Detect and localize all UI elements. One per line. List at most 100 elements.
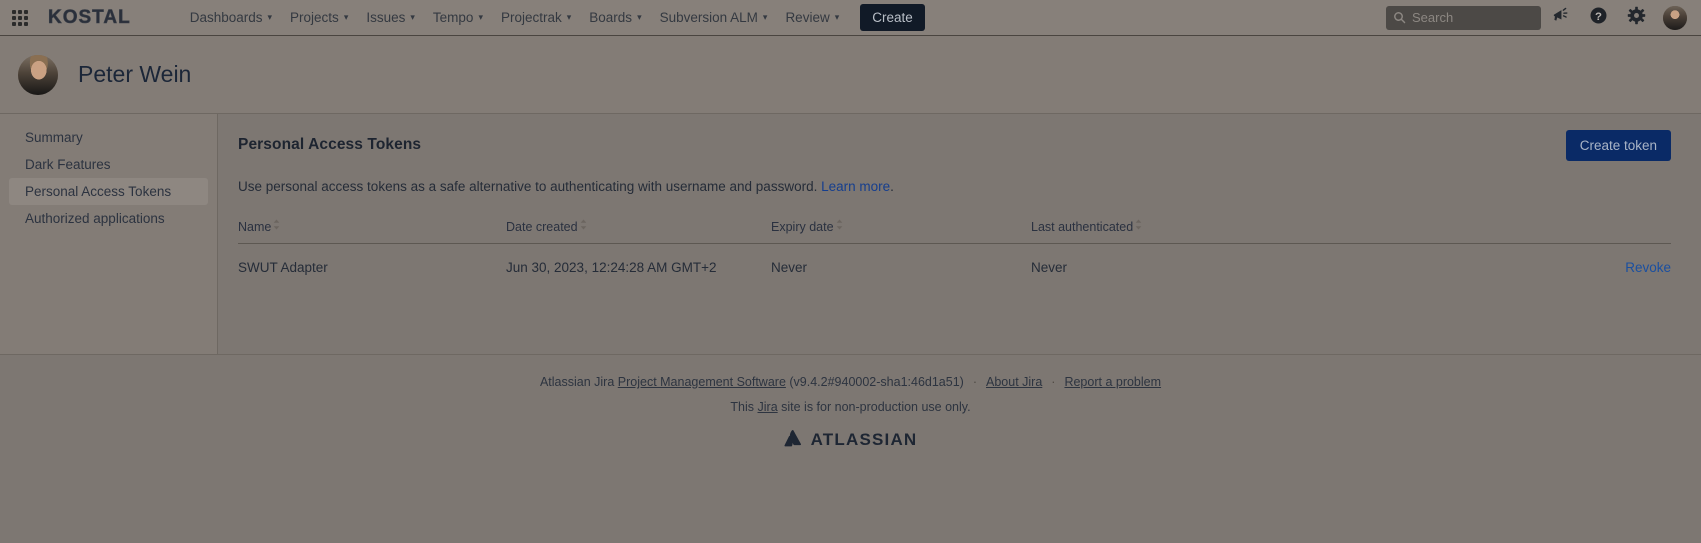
footer-separator: · (972, 375, 977, 389)
cell-token-name: SWUT Adapter (238, 260, 328, 275)
footer-notice-line: This Jira site is for non-production use… (0, 400, 1701, 414)
chevron-down-icon: ▾ (410, 12, 415, 22)
search-icon (1393, 11, 1406, 24)
sidebar-item-label: Summary (25, 130, 83, 145)
nav-item-label: Review (785, 10, 830, 25)
nav-item-label: Dashboards (189, 10, 263, 25)
megaphone-icon (1551, 6, 1570, 30)
nav-item-label: Tempo (432, 10, 474, 25)
nav-item-dashboards[interactable]: Dashboards ▾ (181, 0, 281, 36)
nav-item-tempo[interactable]: Tempo ▾ (424, 0, 492, 36)
sidebar-item-label: Personal Access Tokens (25, 184, 172, 199)
atlassian-wordmark: ATLASSIAN (810, 429, 918, 449)
chevron-down-icon: ▾ (834, 12, 840, 22)
revoke-link[interactable]: Revoke (1625, 260, 1671, 275)
chevron-down-icon: ▾ (637, 12, 642, 22)
user-avatar-button[interactable] (1663, 5, 1687, 30)
nav-right-cluster: Search ? (1386, 0, 1701, 36)
create-token-button[interactable]: Create token (1565, 130, 1671, 161)
profile-avatar (18, 54, 58, 95)
description-suffix: . (890, 179, 894, 194)
sort-icon[interactable] (836, 219, 845, 231)
column-header-actions (1303, 220, 1671, 244)
nav-item-label: Issues (366, 10, 406, 25)
tokens-table: Name Date created Expiry date Last authe… (238, 219, 1671, 275)
nav-item-subversion-alm[interactable]: Subversion ALM ▾ (651, 0, 777, 36)
section-title: Personal Access Tokens (238, 136, 422, 153)
settings-button[interactable] (1617, 0, 1655, 36)
search-placeholder: Search (1412, 10, 1454, 25)
column-label: Name (238, 220, 272, 234)
app-switcher-button[interactable] (0, 0, 40, 36)
cell-actions: Revoke (1303, 244, 1671, 275)
footer-version: (v9.4.2#940002-sha1:46d1a51) (785, 375, 964, 389)
app-switcher-icon (12, 9, 28, 26)
column-label: Last authenticated (1031, 220, 1134, 234)
page-footer: Atlassian Jira Project Management Softwa… (0, 354, 1701, 542)
atlassian-mark-icon (784, 428, 803, 451)
svg-text:?: ? (1595, 10, 1602, 22)
chevron-down-icon: ▾ (762, 12, 768, 22)
sort-icon[interactable] (1135, 219, 1144, 231)
nav-item-projects[interactable]: Projects ▾ (281, 0, 357, 36)
table-header-row: Name Date created Expiry date Last authe… (238, 219, 1671, 244)
avatar-image (18, 54, 58, 95)
column-label: Date created (506, 220, 578, 234)
gear-icon (1627, 6, 1646, 30)
content-panel: Personal Access Tokens Create token Use … (218, 114, 1701, 354)
avatar-image (1663, 5, 1687, 30)
create-button[interactable]: Create (860, 4, 925, 31)
help-icon: ? (1589, 6, 1608, 30)
sidebar-item-label: Dark Features (25, 157, 111, 172)
column-header-last-authenticated[interactable]: Last authenticated (1031, 219, 1303, 244)
cell-expiry-date: Never (771, 260, 808, 275)
atlassian-logo: ATLASSIAN (0, 428, 1701, 451)
project-management-software-link[interactable]: Project Management Software (618, 375, 786, 389)
section-description: Use personal access tokens as a safe alt… (238, 179, 1671, 194)
cell-date-created: Jun 30, 2023, 12:24:28 AM GMT+2 (506, 260, 717, 275)
sidebar-item-authorized-applications[interactable]: Authorized applications (9, 205, 208, 232)
nav-item-review[interactable]: Review ▾ (776, 0, 848, 36)
profile-header: Peter Wein (0, 36, 1701, 114)
report-problem-link[interactable]: Report a problem (1064, 375, 1161, 389)
footer-notice-suffix: site is for non-production use only. (777, 400, 971, 414)
table-row: SWUT Adapter Jun 30, 2023, 12:24:28 AM G… (238, 244, 1671, 275)
chevron-down-icon: ▾ (478, 12, 483, 22)
table-header: Name Date created Expiry date Last authe… (238, 219, 1671, 244)
column-label: Expiry date (771, 220, 834, 234)
column-header-date-created[interactable]: Date created (506, 219, 771, 244)
about-jira-link[interactable]: About Jira (986, 375, 1042, 389)
footer-product-prefix: Atlassian Jira (539, 375, 618, 389)
learn-more-link[interactable]: Learn more (821, 179, 890, 194)
sidebar-item-personal-access-tokens[interactable]: Personal Access Tokens (9, 178, 208, 205)
sidebar-item-summary[interactable]: Summary (9, 124, 208, 151)
jira-link[interactable]: Jira (758, 400, 778, 414)
page-title: Peter Wein (78, 61, 192, 87)
column-header-name[interactable]: Name (238, 219, 506, 244)
top-navigation-bar: KOSTAL Dashboards ▾ Projects ▾ Issues ▾ … (0, 0, 1701, 36)
brand-logo[interactable]: KOSTAL (48, 6, 131, 29)
footer-separator: · (1051, 375, 1056, 389)
nav-item-boards[interactable]: Boards ▾ (580, 0, 650, 36)
chevron-down-icon: ▾ (566, 12, 572, 22)
content-header: Personal Access Tokens Create token (238, 130, 1671, 161)
nav-item-issues[interactable]: Issues ▾ (357, 0, 424, 36)
chevron-down-icon: ▾ (343, 12, 349, 22)
description-text: Use personal access tokens as a safe alt… (238, 179, 822, 194)
nav-item-label: Subversion ALM (659, 10, 758, 25)
nav-item-label: Boards (589, 10, 633, 25)
sidebar-item-label: Authorized applications (25, 211, 165, 226)
nav-item-label: Projects (290, 10, 339, 25)
sidebar-item-dark-features[interactable]: Dark Features (9, 151, 208, 178)
sort-icon[interactable] (580, 219, 589, 231)
nav-item-projectrak[interactable]: Projectrak ▾ (492, 0, 580, 36)
sort-icon[interactable] (273, 219, 282, 231)
help-button[interactable]: ? (1579, 0, 1617, 36)
main-layout: Summary Dark Features Personal Access To… (0, 114, 1701, 354)
cell-last-authenticated: Never (1031, 260, 1068, 275)
announcement-button[interactable] (1541, 0, 1579, 36)
column-header-expiry-date[interactable]: Expiry date (771, 219, 1031, 244)
primary-nav-items: Dashboards ▾ Projects ▾ Issues ▾ Tempo ▾… (181, 0, 925, 36)
search-input[interactable]: Search (1386, 5, 1541, 30)
chevron-down-icon: ▾ (267, 12, 273, 22)
